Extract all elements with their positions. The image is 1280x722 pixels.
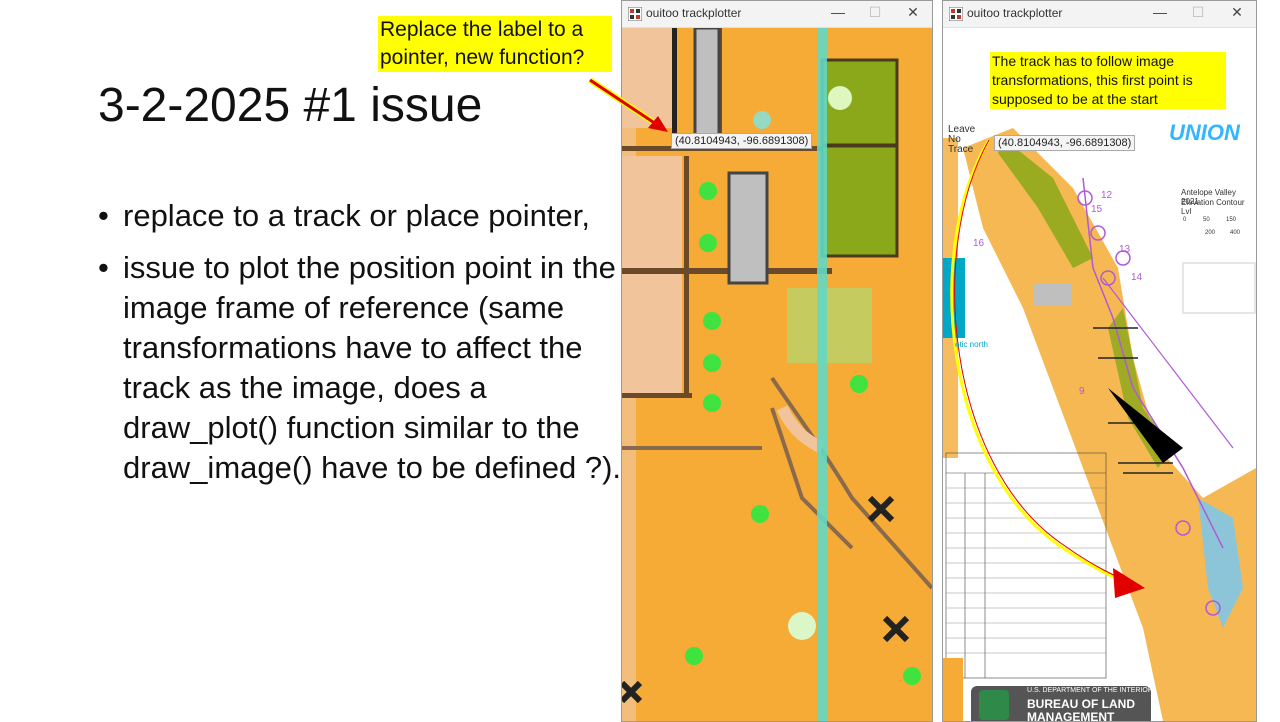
window-titlebar[interactable]: ouitoo trackplotter — ☐ ✕ — [943, 1, 1256, 28]
app-icon — [628, 7, 642, 21]
slide-title: 3-2-2025 #1 issue — [98, 79, 483, 132]
bullet-marker: • — [98, 250, 109, 285]
map-header-text: UNION — [1169, 120, 1240, 145]
callout-track-transform: The track has to follow image transforma… — [990, 52, 1226, 109]
control-number: 16 — [973, 238, 985, 249]
close-button[interactable]: ✕ — [1225, 4, 1249, 21]
bullet-item: • issue to plot the position point in th… — [98, 248, 623, 488]
lnt-line: Trace — [948, 144, 974, 155]
bullet-text: issue to plot the position point in the … — [123, 250, 622, 485]
control-number: 13 — [1119, 244, 1131, 255]
coordinate-label: (40.8104943, -96.6891308) — [994, 135, 1136, 151]
scale-tick: 400 — [1230, 230, 1241, 236]
map-canvas-full[interactable]: Leave No Trace UNION Antelope Valley 202… — [943, 28, 1256, 721]
annotation-arrow — [588, 77, 668, 132]
control-number: 9 — [1079, 386, 1085, 397]
scale-tick: 0 — [1183, 217, 1187, 223]
minimize-button[interactable]: — — [1148, 4, 1172, 20]
control-number: 14 — [1131, 272, 1143, 283]
bullet-item: • replace to a track or place pointer, — [98, 196, 623, 236]
scale-tick: 200 — [1205, 230, 1216, 236]
maximize-button[interactable]: ☐ — [863, 4, 887, 21]
control-number: 12 — [1101, 190, 1113, 201]
control-number: 15 — [1091, 204, 1103, 215]
scale-tick: 150 — [1226, 217, 1237, 223]
agency-line: U.S. DEPARTMENT OF THE INTERIOR — [1027, 687, 1153, 694]
agency-line: BUREAU OF LAND — [1027, 697, 1135, 711]
coordinate-label: (40.8104943, -96.6891308) — [671, 133, 813, 149]
window-titlebar[interactable]: ouitoo trackplotter — ☐ ✕ — [622, 1, 932, 28]
window-title: ouitoo trackplotter — [646, 6, 742, 20]
agency-line: MANAGEMENT — [1027, 710, 1115, 722]
leave-no-trace-logo: Leave No Trace — [948, 125, 975, 155]
bullet-text: replace to a track or place pointer, — [123, 198, 590, 233]
close-button[interactable]: ✕ — [901, 4, 925, 21]
app-icon — [949, 7, 963, 21]
bullet-marker: • — [98, 198, 109, 233]
north-label: etic north — [955, 340, 988, 349]
maximize-button[interactable]: ☐ — [1186, 4, 1210, 21]
minimize-button[interactable]: — — [826, 4, 850, 20]
map-subtitle: Elevation Contour Lvl — [1181, 198, 1245, 216]
callout-replace-label: Replace the label to a pointer, new func… — [378, 16, 612, 72]
scale-tick: 50 — [1203, 217, 1210, 223]
window-title: ouitoo trackplotter — [967, 6, 1063, 20]
bullet-list: • replace to a track or place pointer, •… — [98, 196, 623, 500]
